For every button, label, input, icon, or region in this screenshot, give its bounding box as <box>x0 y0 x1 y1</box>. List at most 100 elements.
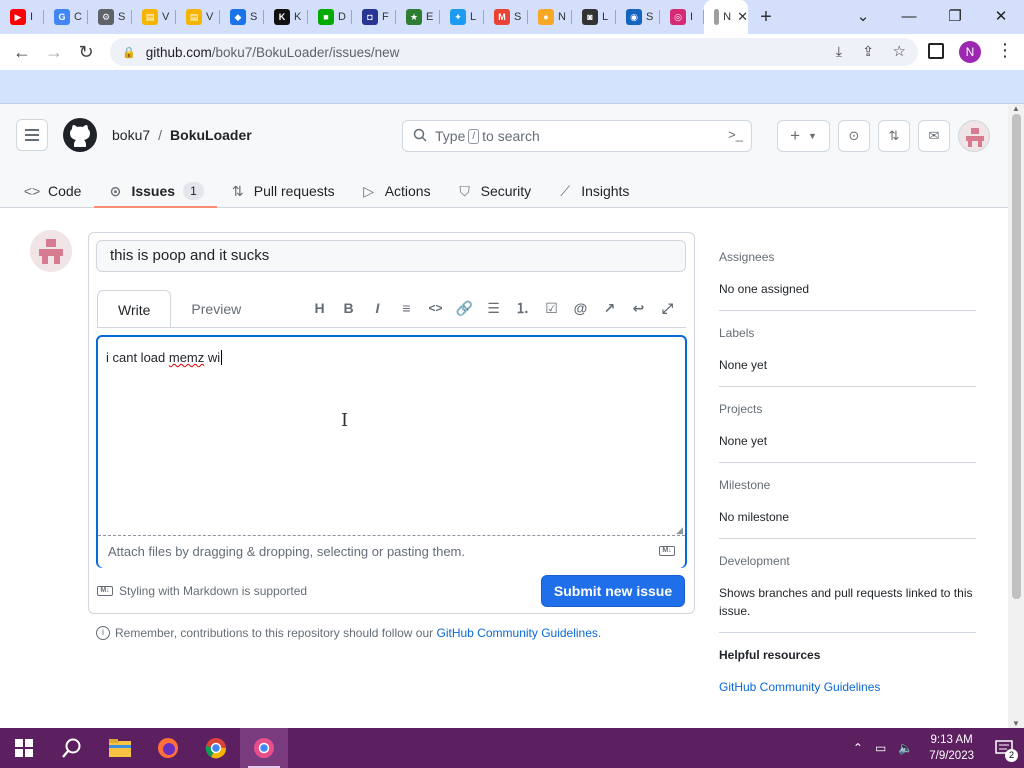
user-avatar[interactable] <box>958 120 990 152</box>
markdown-note[interactable]: M↓ Styling with Markdown is supported <box>97 584 307 598</box>
close-window-button[interactable]: ✕ <box>978 0 1024 32</box>
browser-tab[interactable]: GC <box>44 0 88 34</box>
browser-tab[interactable]: ◙ L <box>572 0 616 34</box>
tab-security[interactable]: ⛉ Security <box>444 174 545 208</box>
clock[interactable]: 9:13 AM 7/9/2023 <box>919 732 984 764</box>
browser-tab[interactable]: ◉ S <box>616 0 660 34</box>
search-icon[interactable] <box>48 728 96 768</box>
browser-tab[interactable]: ■ D <box>308 0 352 34</box>
minimize-button[interactable]: — <box>886 0 932 32</box>
browser-tab[interactable]: ◆ S <box>220 0 264 34</box>
sidebar-section: Helpful resources GitHub Community Guidel… <box>719 648 976 708</box>
tab-insights[interactable]: ⟋ Insights <box>544 174 642 208</box>
new-tab-button[interactable]: + <box>748 6 784 29</box>
scroll-up-icon[interactable]: ▲ <box>1012 104 1020 113</box>
browser-tab[interactable]: ◘ F <box>352 0 396 34</box>
submit-new-issue-button[interactable]: Submit new issue <box>541 575 685 607</box>
browser-tab[interactable]: ● N <box>528 0 572 34</box>
browser-tab[interactable]: N ✕ <box>704 0 748 34</box>
file-explorer-icon[interactable] <box>96 728 144 768</box>
code-icon[interactable]: <> <box>421 296 450 320</box>
cross-reference-icon[interactable]: ↗ <box>595 296 624 320</box>
github-logo-icon[interactable] <box>63 118 97 152</box>
sidebar-section[interactable]: Assignees No one assigned <box>719 250 976 311</box>
search-input[interactable]: Type / to search >_ <box>402 120 752 152</box>
repo-owner-link[interactable]: boku7 <box>112 127 150 143</box>
forward-button[interactable]: → <box>38 42 70 63</box>
community-guidelines-link[interactable]: GitHub Community Guidelines <box>719 678 976 696</box>
attach-files-bar[interactable]: Attach files by dragging & dropping, sel… <box>98 535 685 568</box>
restore-button[interactable]: ❐ <box>932 0 978 32</box>
bold-icon[interactable]: B <box>334 296 363 320</box>
hamburger-menu-icon[interactable] <box>16 119 48 151</box>
firefox-icon[interactable] <box>144 728 192 768</box>
menu-icon[interactable]: ⋮ <box>996 40 1014 61</box>
notice-period: . <box>597 626 602 640</box>
chrome-icon[interactable] <box>192 728 240 768</box>
browser-tab[interactable]: ✦ L <box>440 0 484 34</box>
command-palette-icon[interactable]: >_ <box>728 127 743 142</box>
fullscreen-icon[interactable]: ⤢ <box>653 296 682 320</box>
inbox-icon[interactable]: ✉ <box>918 120 950 152</box>
scrollbar-thumb[interactable] <box>1012 114 1021 599</box>
sidepanel-icon[interactable] <box>928 43 944 59</box>
volume-icon[interactable]: 🔈 <box>892 741 919 755</box>
heading-icon[interactable]: H <box>305 296 334 320</box>
sidebar-section[interactable]: Labels None yet <box>719 326 976 387</box>
close-tab-icon[interactable]: ✕ <box>737 9 748 25</box>
sidebar-heading: Helpful resources <box>719 648 821 662</box>
browser-tab[interactable]: ▤ V <box>176 0 220 34</box>
task-list-icon[interactable]: ☑ <box>537 296 566 320</box>
sidebar-section[interactable]: Milestone No milestone <box>719 478 976 539</box>
tab-pull-requests[interactable]: ⇅ Pull requests <box>217 174 348 208</box>
chevron-up-icon[interactable]: ⌃ <box>847 741 869 755</box>
issue-icon: ⊙ <box>109 182 122 199</box>
tab-search-icon[interactable]: ⌄ <box>840 0 886 32</box>
pull-requests-icon[interactable]: ⇅ <box>878 120 910 152</box>
create-new-button[interactable]: + ▼ <box>777 120 830 152</box>
unordered-list-icon[interactable]: ☰ <box>479 296 508 320</box>
notification-icon[interactable]: 2 <box>984 728 1024 768</box>
reply-icon[interactable]: ↩ <box>624 296 653 320</box>
install-icon[interactable]: ⤓ <box>836 43 842 60</box>
scroll-down-icon[interactable]: ▼ <box>1012 719 1020 728</box>
profile-avatar[interactable]: N <box>959 41 981 63</box>
share-icon[interactable]: ⇪ <box>862 43 874 60</box>
repo-name-link[interactable]: BokuLoader <box>170 127 252 143</box>
windows-start-icon[interactable] <box>0 728 48 768</box>
tab-code[interactable]: <> Code <box>20 174 94 208</box>
reload-button[interactable]: ↻ <box>70 42 102 63</box>
tab-issues[interactable]: ⊙ Issues 1 <box>94 174 218 208</box>
browser-tab[interactable]: ◎ I <box>660 0 704 34</box>
back-button[interactable]: ← <box>6 42 38 63</box>
tab-write[interactable]: Write <box>97 290 172 328</box>
browser-tab[interactable]: ⚙ S <box>88 0 132 34</box>
sidebar-heading: Projects <box>719 402 763 416</box>
link-icon[interactable]: 🔗 <box>450 296 479 320</box>
ordered-list-icon[interactable]: ⒈ <box>508 296 537 320</box>
issue-title-input[interactable]: this is poop and it sucks <box>96 240 686 272</box>
bookmark-star-icon[interactable]: ☆ <box>893 42 906 60</box>
bulb-icon: ● <box>538 9 554 25</box>
browser-tab[interactable]: ★ E <box>396 0 440 34</box>
browser-tab-label: V <box>206 11 214 23</box>
issue-body-textarea[interactable]: i cant load memz wi ◢ Attach files by dr… <box>96 335 687 568</box>
quote-icon[interactable]: ≡ <box>392 296 421 320</box>
browser-tab[interactable]: ▤ V <box>132 0 176 34</box>
browser-tab[interactable]: KK <box>264 0 308 34</box>
chrome-active-icon[interactable] <box>240 728 288 768</box>
browser-tab[interactable]: MS <box>484 0 528 34</box>
mention-icon[interactable]: @ <box>566 296 595 320</box>
sidebar-section[interactable]: Development Shows branches and pull reque… <box>719 554 976 633</box>
issues-icon[interactable]: ⊙ <box>838 120 870 152</box>
url-field[interactable]: 🔒 github.com/boku7/BokuLoader/issues/new… <box>110 38 918 66</box>
sidebar-section[interactable]: Projects None yet <box>719 402 976 463</box>
tab-preview[interactable]: Preview <box>171 290 261 328</box>
italic-icon[interactable]: I <box>363 296 392 320</box>
page-scrollbar[interactable]: ▲ ▼ <box>1008 104 1024 728</box>
browser-tab[interactable]: ▶ I <box>0 0 44 34</box>
search-icon <box>413 128 427 145</box>
network-icon[interactable]: ▭ <box>869 741 892 755</box>
tab-actions[interactable]: ▷ Actions <box>348 174 444 208</box>
community-guidelines-link[interactable]: GitHub Community Guidelines <box>437 626 598 640</box>
